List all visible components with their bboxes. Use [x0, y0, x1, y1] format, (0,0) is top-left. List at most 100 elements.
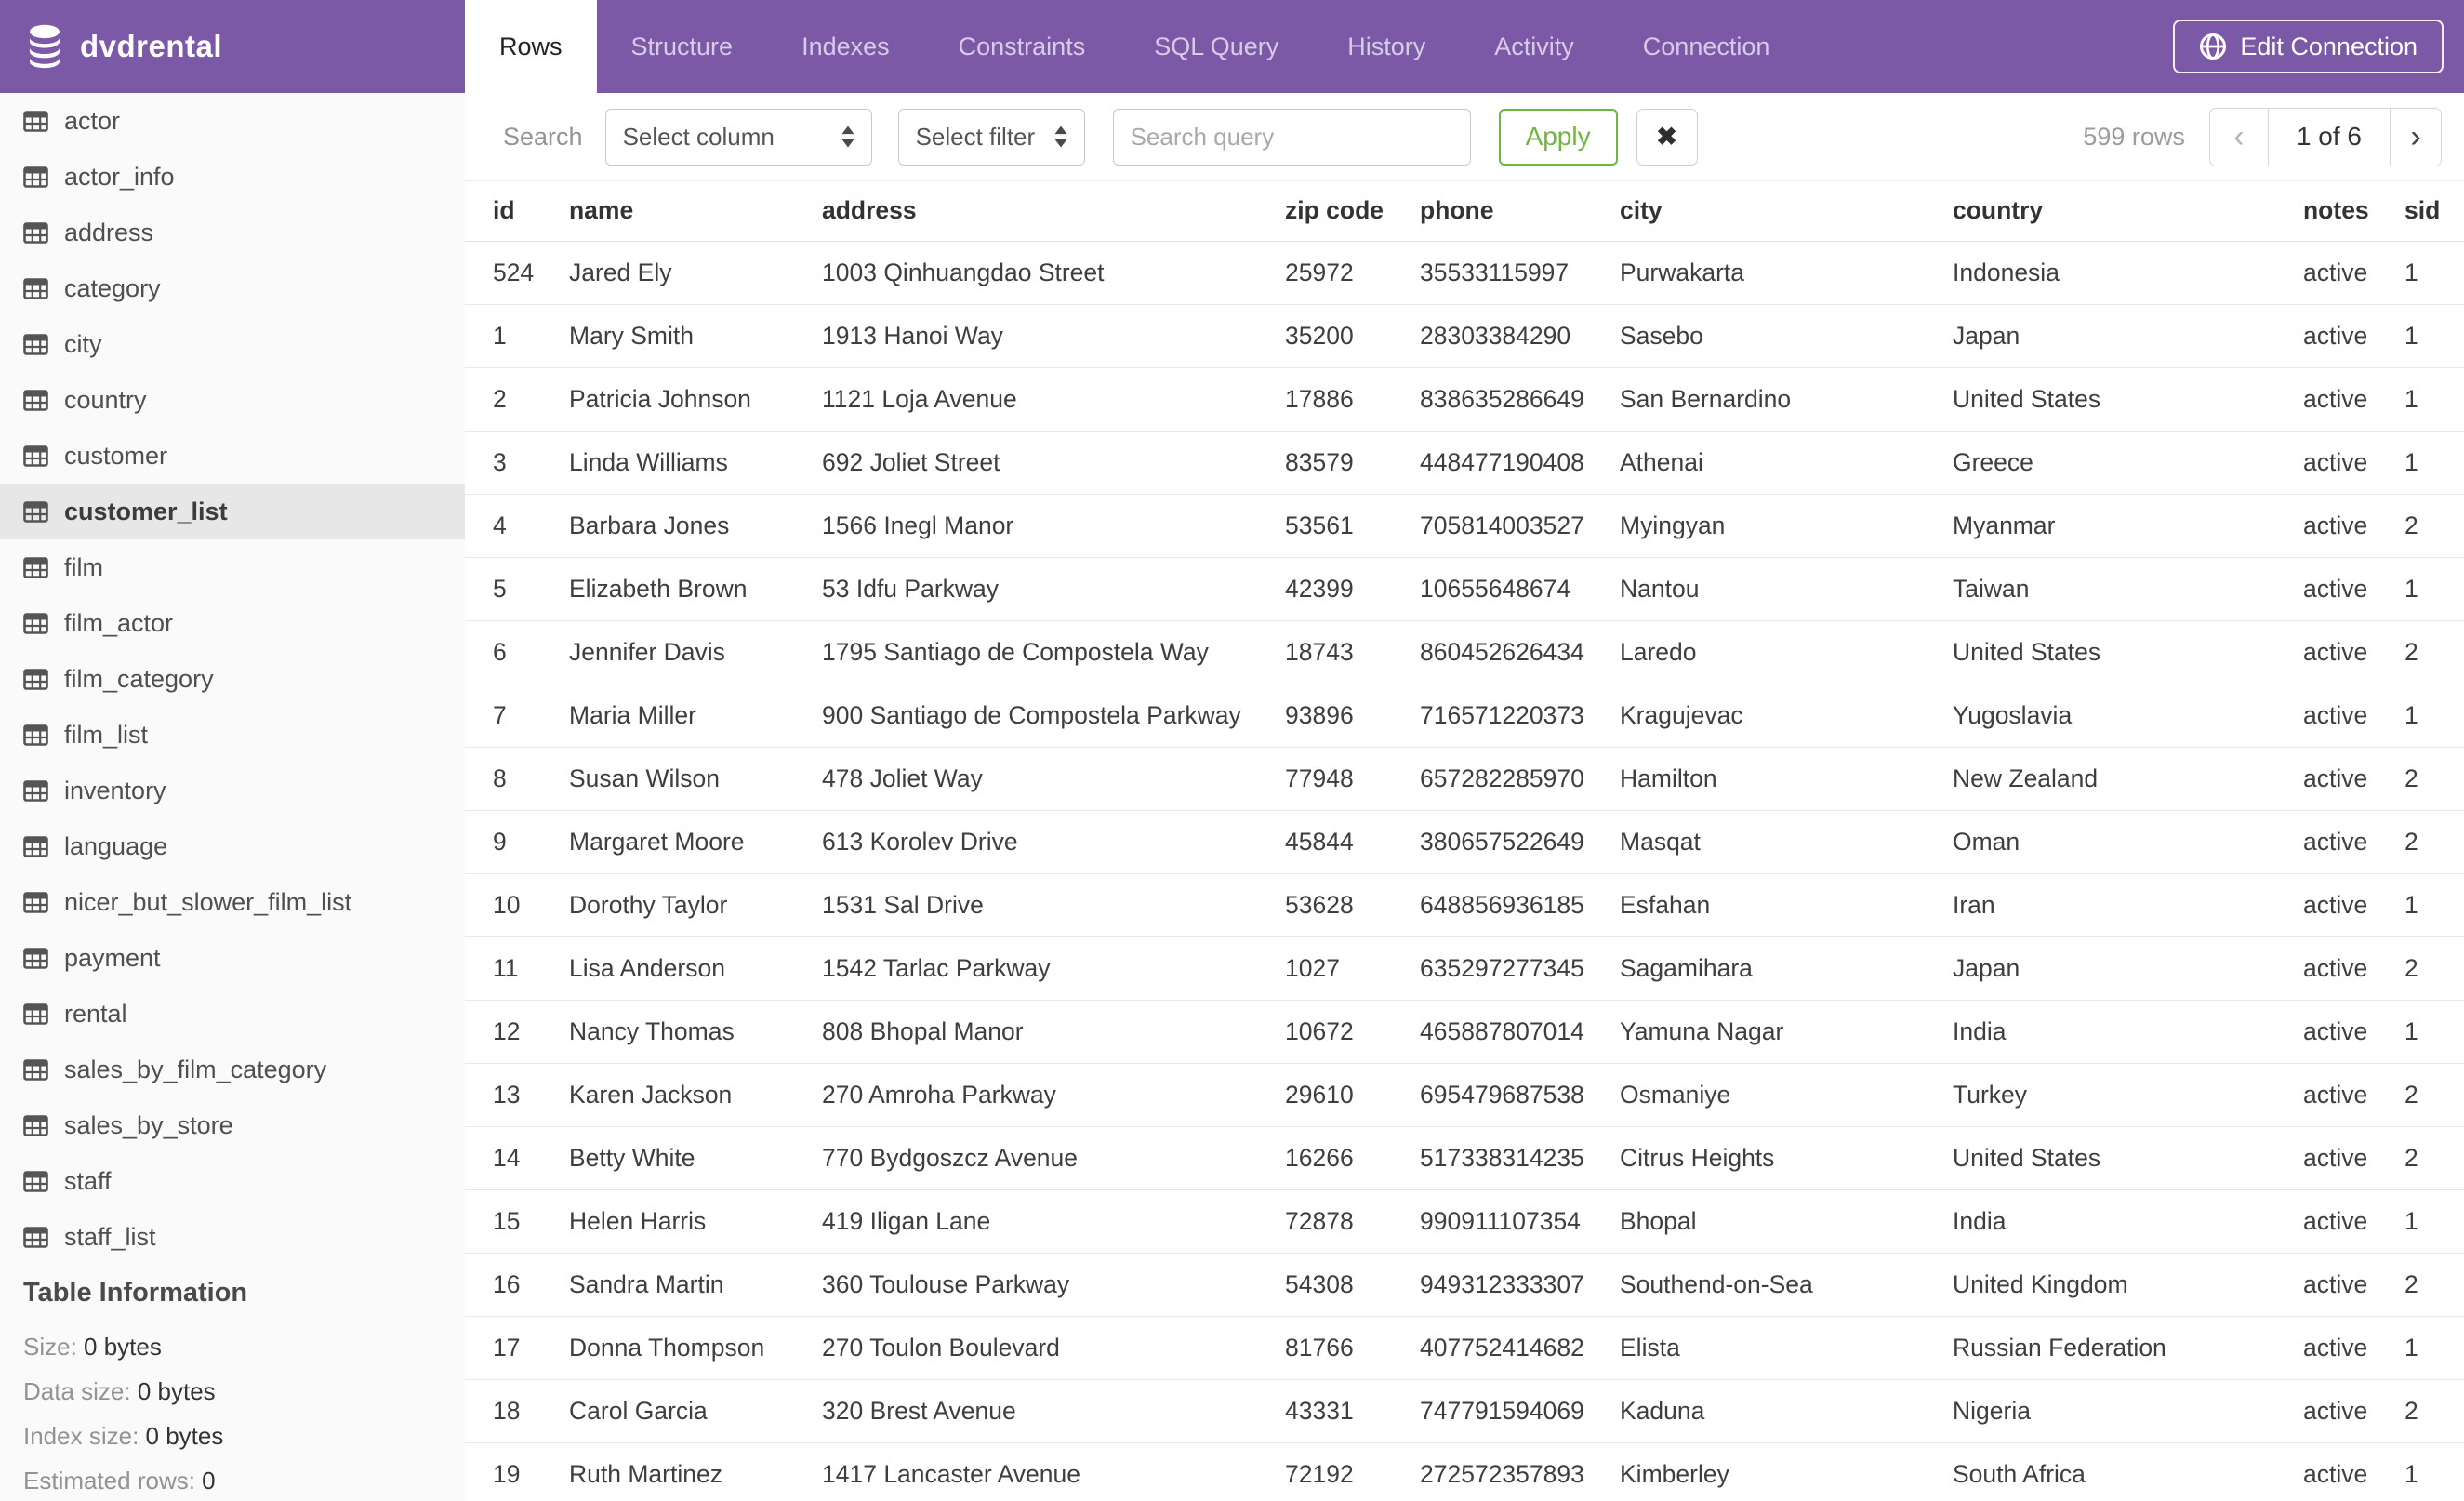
table-cell[interactable]: 2: [2404, 494, 2464, 558]
table-cell[interactable]: Elista: [1620, 1316, 1953, 1380]
table-cell[interactable]: Esfahan: [1620, 873, 1953, 937]
table-cell[interactable]: 2: [2404, 620, 2464, 684]
table-cell[interactable]: active: [2303, 1316, 2404, 1380]
tab-structure[interactable]: Structure: [597, 0, 768, 93]
table-cell[interactable]: 10: [465, 873, 569, 937]
table-cell[interactable]: Sandra Martin: [569, 1253, 822, 1317]
edit-connection-button[interactable]: Edit Connection: [2173, 20, 2444, 73]
table-cell[interactable]: India: [1953, 1000, 2303, 1064]
table-cell[interactable]: Helen Harris: [569, 1189, 822, 1254]
table-cell[interactable]: 14: [465, 1126, 569, 1190]
table-cell[interactable]: United States: [1953, 367, 2303, 432]
table-cell[interactable]: 1: [2404, 557, 2464, 621]
table-cell[interactable]: Hamilton: [1620, 747, 1953, 811]
table-cell[interactable]: 524: [465, 241, 569, 305]
table-cell[interactable]: Japan: [1953, 304, 2303, 368]
previous-page-button[interactable]: ‹: [2209, 108, 2268, 166]
sidebar-item-sales_by_film_category[interactable]: sales_by_film_category: [0, 1042, 465, 1097]
table-cell[interactable]: 1: [2404, 304, 2464, 368]
table-row[interactable]: 13 Karen Jackson 270 Amroha Parkway 29610 69…: [465, 1063, 2464, 1127]
table-cell[interactable]: 705814003527: [1420, 494, 1620, 558]
column-header-zip-code[interactable]: zip code: [1285, 181, 1420, 242]
table-cell[interactable]: Elizabeth Brown: [569, 557, 822, 621]
tab-history[interactable]: History: [1313, 0, 1460, 93]
table-cell[interactable]: 2: [2404, 1253, 2464, 1317]
table-cell[interactable]: 17: [465, 1316, 569, 1380]
table-cell[interactable]: 10655648674: [1420, 557, 1620, 621]
table-cell[interactable]: active: [2303, 1379, 2404, 1443]
table-cell[interactable]: 770 Bydgoszcz Avenue: [822, 1126, 1285, 1190]
tab-rows[interactable]: Rows: [465, 0, 597, 93]
table-cell[interactable]: Sagamihara: [1620, 936, 1953, 1001]
table-cell[interactable]: 13: [465, 1063, 569, 1127]
table-cell[interactable]: 1: [465, 304, 569, 368]
next-page-button[interactable]: ›: [2391, 108, 2441, 166]
table-cell[interactable]: 43331: [1285, 1379, 1420, 1443]
table-cell[interactable]: 2: [465, 367, 569, 432]
table-cell[interactable]: 478 Joliet Way: [822, 747, 1285, 811]
table-cell[interactable]: Mary Smith: [569, 304, 822, 368]
table-cell[interactable]: 77948: [1285, 747, 1420, 811]
table-cell[interactable]: active: [2303, 1126, 2404, 1190]
table-cell[interactable]: Ruth Martinez: [569, 1442, 822, 1501]
table-cell[interactable]: 1: [2404, 873, 2464, 937]
table-row[interactable]: 4 Barbara Jones 1566 Inegl Manor 53561 70581…: [465, 494, 2464, 558]
sidebar-item-staff[interactable]: staff: [0, 1153, 465, 1209]
table-cell[interactable]: Athenai: [1620, 431, 1953, 495]
sidebar-item-category[interactable]: category: [0, 260, 465, 316]
tab-activity[interactable]: Activity: [1460, 0, 1609, 93]
table-cell[interactable]: India: [1953, 1189, 2303, 1254]
table-cell[interactable]: Donna Thompson: [569, 1316, 822, 1380]
table-cell[interactable]: Bhopal: [1620, 1189, 1953, 1254]
table-cell[interactable]: 6: [465, 620, 569, 684]
table-cell[interactable]: Myanmar: [1953, 494, 2303, 558]
table-cell[interactable]: active: [2303, 431, 2404, 495]
table-cell[interactable]: Betty White: [569, 1126, 822, 1190]
table-row[interactable]: 7 Maria Miller 900 Santiago de Compostela …: [465, 684, 2464, 748]
table-cell[interactable]: 9: [465, 810, 569, 874]
table-cell[interactable]: 17886: [1285, 367, 1420, 432]
table-cell[interactable]: active: [2303, 304, 2404, 368]
table-cell[interactable]: 1027: [1285, 936, 1420, 1001]
table-cell[interactable]: 1: [2404, 241, 2464, 305]
table-cell[interactable]: 18: [465, 1379, 569, 1443]
table-cell[interactable]: 270 Toulon Boulevard: [822, 1316, 1285, 1380]
table-cell[interactable]: 72878: [1285, 1189, 1420, 1254]
table-cell[interactable]: active: [2303, 367, 2404, 432]
table-cell[interactable]: 320 Brest Avenue: [822, 1379, 1285, 1443]
table-cell[interactable]: 2: [2404, 1379, 2464, 1443]
table-cell[interactable]: 360 Toulouse Parkway: [822, 1253, 1285, 1317]
table-cell[interactable]: 1: [2404, 431, 2464, 495]
table-cell[interactable]: 35533115997: [1420, 241, 1620, 305]
table-cell[interactable]: Iran: [1953, 873, 2303, 937]
table-cell[interactable]: Linda Williams: [569, 431, 822, 495]
table-cell[interactable]: 93896: [1285, 684, 1420, 748]
sidebar-item-customer[interactable]: customer: [0, 428, 465, 484]
table-cell[interactable]: active: [2303, 747, 2404, 811]
table-cell[interactable]: 657282285970: [1420, 747, 1620, 811]
table-cell[interactable]: Osmaniye: [1620, 1063, 1953, 1127]
table-cell[interactable]: Karen Jackson: [569, 1063, 822, 1127]
column-select[interactable]: Select column: [604, 108, 872, 166]
table-cell[interactable]: Russian Federation: [1953, 1316, 2303, 1380]
table-cell[interactable]: 5: [465, 557, 569, 621]
table-cell[interactable]: 16: [465, 1253, 569, 1317]
table-cell[interactable]: Jennifer Davis: [569, 620, 822, 684]
table-cell[interactable]: 2: [2404, 936, 2464, 1001]
table-cell[interactable]: 7: [465, 684, 569, 748]
table-cell[interactable]: active: [2303, 1063, 2404, 1127]
table-row[interactable]: 1 Mary Smith 1913 Hanoi Way 35200 2830338429…: [465, 304, 2464, 368]
sidebar-item-rental[interactable]: rental: [0, 986, 465, 1042]
table-cell[interactable]: Turkey: [1953, 1063, 2303, 1127]
table-cell[interactable]: Jared Ely: [569, 241, 822, 305]
table-cell[interactable]: Masqat: [1620, 810, 1953, 874]
table-cell[interactable]: active: [2303, 241, 2404, 305]
sidebar-item-address[interactable]: address: [0, 205, 465, 260]
table-cell[interactable]: 54308: [1285, 1253, 1420, 1317]
table-cell[interactable]: San Bernardino: [1620, 367, 1953, 432]
table-cell[interactable]: Nantou: [1620, 557, 1953, 621]
table-cell[interactable]: 53561: [1285, 494, 1420, 558]
sidebar-item-actor[interactable]: actor: [0, 93, 465, 149]
sidebar-item-actor_info[interactable]: actor_info: [0, 149, 465, 205]
table-cell[interactable]: 25972: [1285, 241, 1420, 305]
